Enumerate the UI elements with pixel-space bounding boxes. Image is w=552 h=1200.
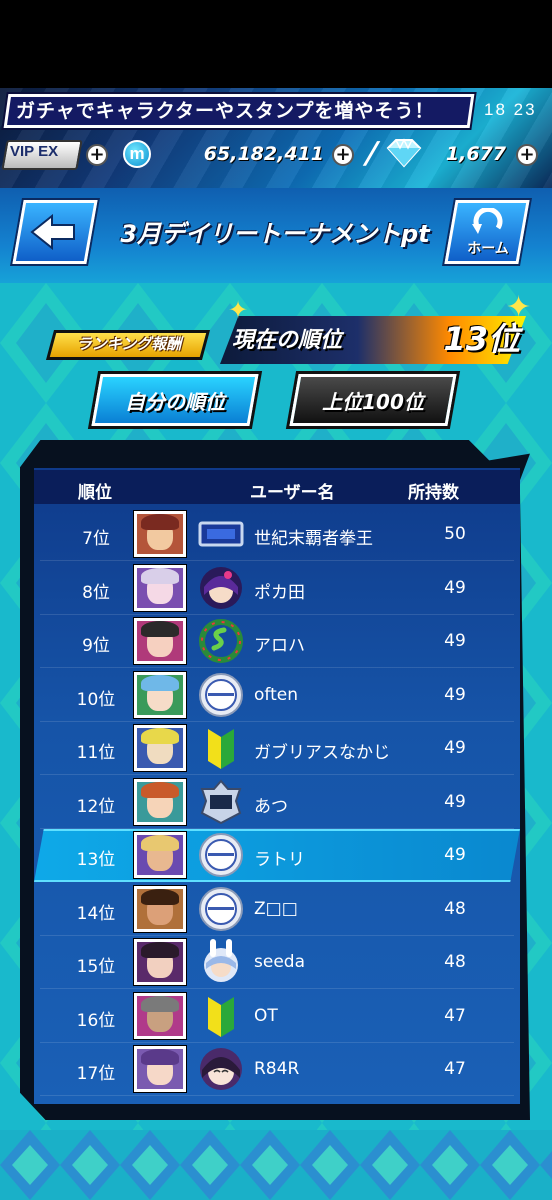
- player-name: often: [254, 685, 298, 705]
- rank-cell: 17位: [76, 1064, 116, 1084]
- tab-own-rank-label: 自分の順位: [125, 390, 225, 414]
- player-name: Z□□: [254, 899, 298, 919]
- column-name-header: ユーザー名: [250, 483, 335, 503]
- holding-count: 47: [444, 1006, 466, 1026]
- clock: 18 23: [484, 100, 537, 119]
- rank-cell: 15位: [76, 957, 116, 977]
- page-title: 3月デイリートーナメントpt: [120, 220, 430, 248]
- avatar-hair: [141, 568, 179, 584]
- tab-top-100-label: 上位100位: [322, 390, 424, 414]
- rank-cell: 9位: [82, 636, 110, 656]
- holding-count: 47: [444, 1059, 466, 1079]
- holding-count: 48: [444, 899, 466, 919]
- vip-badge-label: VIP EX: [10, 143, 59, 160]
- snake-wreath-icon: [199, 619, 243, 663]
- smiling-girl-icon: [200, 1048, 242, 1090]
- player-avatar[interactable]: [134, 993, 186, 1039]
- rank-cell: 10位: [76, 690, 116, 710]
- m2-ace-icon: [200, 779, 242, 825]
- player-avatar[interactable]: [134, 832, 186, 878]
- anime-girl-icon: [200, 567, 242, 609]
- holding-count: 49: [444, 578, 466, 598]
- player-avatar[interactable]: [134, 939, 186, 985]
- rank-cell: 13位: [76, 850, 116, 870]
- current-rank-label: 現在の順位: [232, 328, 343, 353]
- gem-plus-button[interactable]: +: [516, 144, 538, 166]
- avatar-hair: [141, 996, 179, 1012]
- avatar-hair: [141, 728, 179, 744]
- player-avatar[interactable]: [134, 618, 186, 664]
- msop-icon: [199, 833, 243, 877]
- player-name: OT: [254, 1006, 278, 1026]
- column-count-header: 所持数: [408, 483, 459, 503]
- holding-count: 49: [444, 845, 466, 865]
- avatar-hair: [141, 782, 179, 798]
- rank-cell: 12位: [76, 797, 116, 817]
- diamond-icon: [386, 138, 422, 168]
- rank-cell: 8位: [82, 583, 110, 603]
- avatar-hair: [141, 1049, 179, 1065]
- row-divider: [40, 1095, 514, 1096]
- row-divider: [40, 828, 514, 829]
- current-rank-value: 13位: [443, 320, 520, 358]
- avatar-hair: [141, 621, 179, 637]
- player-name: ガブリアスなかじ: [254, 743, 390, 763]
- sparkle-icon: ✦: [228, 296, 249, 324]
- player-avatar[interactable]: [134, 511, 186, 557]
- msop-icon: [199, 887, 243, 931]
- row-divider: [40, 988, 514, 989]
- bunny-girl-icon: [204, 939, 238, 982]
- rank-cell: 14位: [76, 904, 116, 924]
- player-name: ポカ田: [254, 583, 305, 603]
- msop-icon: [199, 673, 243, 717]
- player-avatar[interactable]: [134, 779, 186, 825]
- gem-balance: 1,677: [445, 143, 506, 165]
- title-plate-icon: [198, 521, 244, 547]
- holding-count: 50: [444, 524, 466, 544]
- avatar-hair: [141, 889, 179, 905]
- rank-cell: 11位: [76, 743, 116, 763]
- back-arrow-icon: [30, 214, 75, 250]
- home-return-icon: [472, 208, 503, 234]
- player-name: seeda: [254, 952, 305, 972]
- rank-cell: 16位: [76, 1011, 116, 1031]
- holding-count: 49: [444, 631, 466, 651]
- avatar-hair: [141, 675, 179, 691]
- beginner-mark-icon: [208, 997, 234, 1037]
- bottom-pattern: [0, 1130, 552, 1200]
- player-avatar[interactable]: [134, 725, 186, 771]
- player-name: あつ: [254, 797, 288, 817]
- rank-cell: 7位: [82, 529, 110, 549]
- row-divider: [40, 560, 514, 561]
- player-avatar[interactable]: [134, 886, 186, 932]
- holding-count: 49: [444, 685, 466, 705]
- home-button-label: ホーム: [467, 241, 509, 257]
- player-name: アロハ: [254, 636, 305, 656]
- row-divider: [40, 774, 514, 775]
- avatar-hair: [141, 514, 179, 530]
- status-bar-area: [0, 0, 552, 88]
- holding-count: 48: [444, 952, 466, 972]
- sparkle-icon: ✦: [506, 290, 532, 325]
- coin-balance: 65,182,411: [203, 143, 324, 165]
- player-avatar[interactable]: [134, 1046, 186, 1092]
- player-avatar[interactable]: [134, 565, 186, 611]
- column-rank-header: 順位: [78, 483, 112, 503]
- player-name: R84R: [254, 1059, 300, 1079]
- ranking-reward-label: ランキング報酬: [76, 335, 182, 353]
- news-banner-text: ガチャでキャラクターやスタンプを増やそう！: [16, 100, 435, 122]
- coin-icon: m: [123, 140, 151, 168]
- player-name: 世紀末覇者拳王: [254, 529, 373, 549]
- player-name: ラトリ: [254, 850, 305, 870]
- coin-plus-button[interactable]: +: [332, 144, 354, 166]
- holding-count: 49: [444, 792, 466, 812]
- avatar-hair: [141, 942, 179, 958]
- player-avatar[interactable]: [134, 672, 186, 718]
- avatar-hair: [141, 835, 179, 851]
- vip-plus-button[interactable]: +: [86, 144, 108, 166]
- beginner-mark-icon: [208, 729, 234, 769]
- row-divider: [40, 667, 514, 668]
- holding-count: 49: [444, 738, 466, 758]
